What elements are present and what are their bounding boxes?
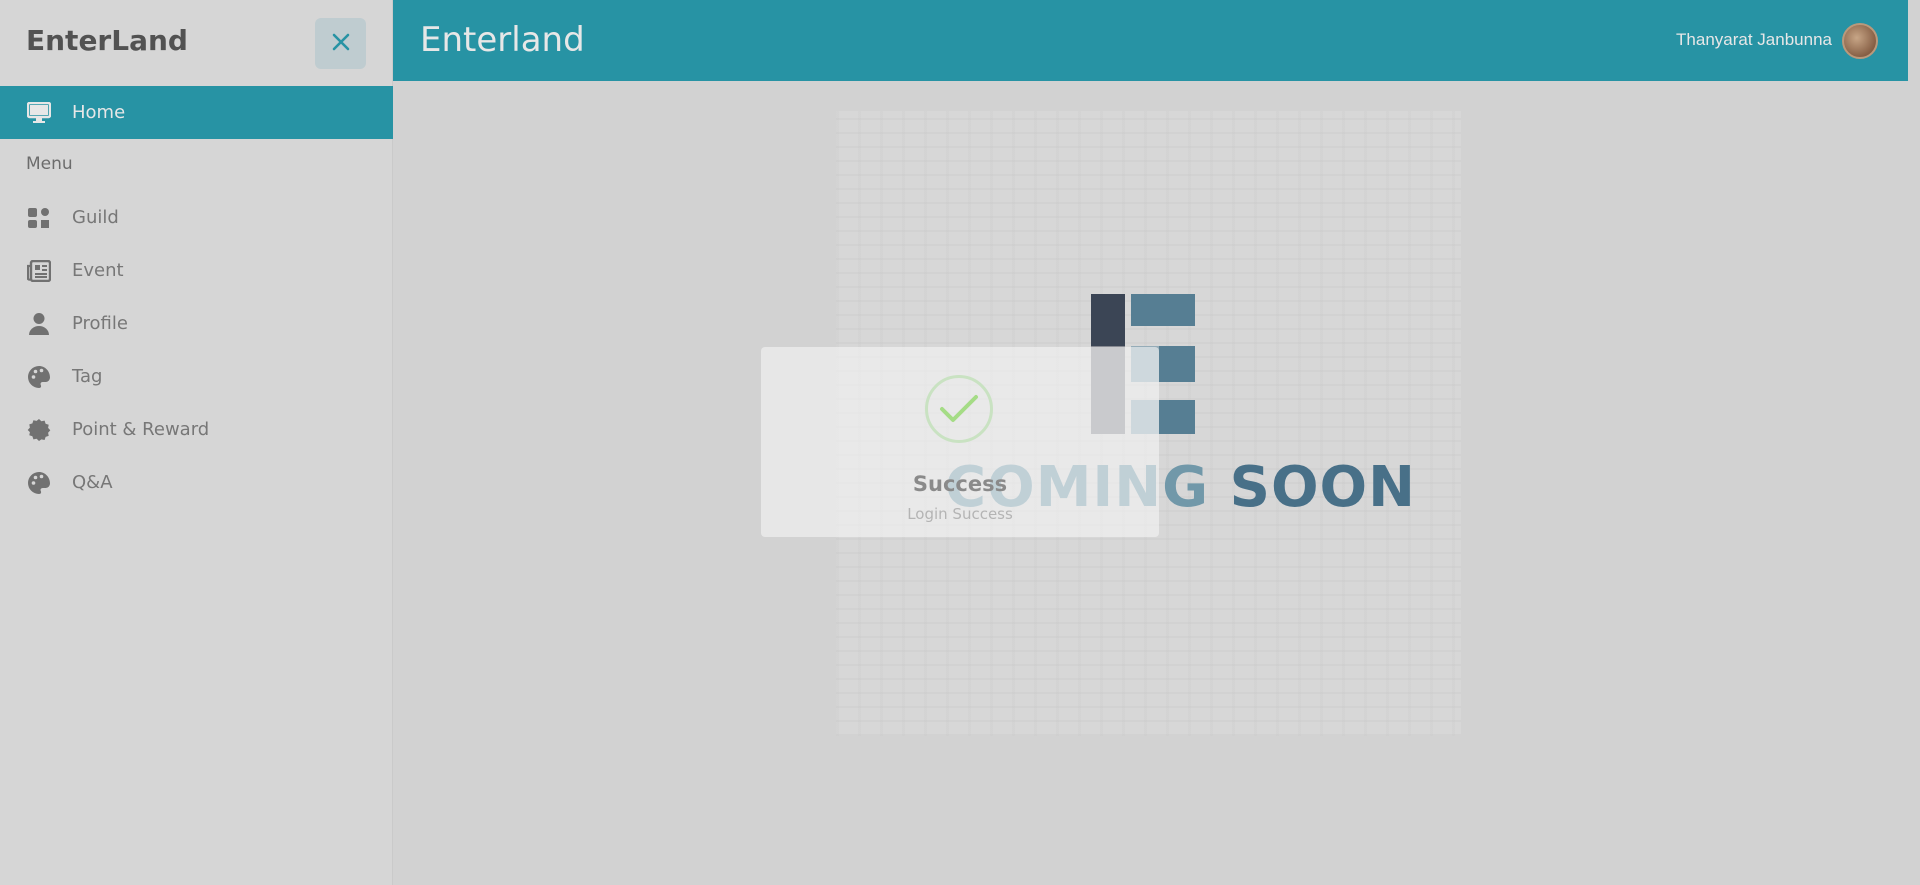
sidebar-item-event[interactable]: Event	[0, 244, 393, 297]
success-modal: Success Login Success	[761, 347, 1159, 537]
top-bar: Enterland Thanyarat Janbunna	[393, 0, 1908, 81]
sidebar: EnterLand Home Menu Guild Event Profile …	[0, 0, 393, 885]
badge-icon	[26, 417, 52, 443]
sidebar-item-point-reward[interactable]: Point & Reward	[0, 403, 393, 456]
avatar[interactable]	[1842, 23, 1878, 59]
menu-section-label: Menu	[26, 154, 73, 174]
sidebar-item-label: Tag	[72, 366, 103, 387]
success-check-icon	[925, 375, 993, 443]
sidebar-header: EnterLand	[0, 0, 392, 86]
monitor-icon	[26, 100, 52, 126]
sidebar-item-label: Profile	[72, 313, 128, 334]
user-icon	[26, 311, 52, 337]
soon-word: SOON	[1229, 455, 1417, 520]
modal-title: Success	[912, 472, 1008, 496]
sidebar-brand: EnterLand	[26, 24, 188, 57]
sidebar-item-tag[interactable]: Tag	[0, 350, 393, 403]
sidebar-item-home[interactable]: Home	[0, 86, 393, 139]
palette-icon	[26, 364, 52, 390]
sidebar-item-guild[interactable]: Guild	[0, 191, 393, 244]
sidebar-item-qa[interactable]: Q&A	[0, 456, 393, 509]
sidebar-item-label: Home	[72, 102, 126, 123]
sidebar-nav: Guild Event Profile Tag Point & Reward Q…	[0, 191, 393, 509]
modal-message: Login Success	[907, 505, 1013, 523]
close-sidebar-button[interactable]	[315, 18, 366, 69]
close-icon	[332, 33, 350, 55]
sidebar-item-label: Point & Reward	[72, 419, 210, 440]
sidebar-item-label: Guild	[72, 207, 119, 228]
user-name[interactable]: Thanyarat Janbunna	[1676, 30, 1832, 50]
sidebar-item-profile[interactable]: Profile	[0, 297, 393, 350]
page-title: Enterland	[420, 20, 585, 60]
palette-icon	[26, 470, 52, 496]
sidebar-item-label: Event	[72, 260, 124, 281]
sidebar-item-label: Q&A	[72, 472, 113, 493]
guild-icon	[26, 205, 52, 231]
newspaper-icon	[26, 258, 52, 284]
